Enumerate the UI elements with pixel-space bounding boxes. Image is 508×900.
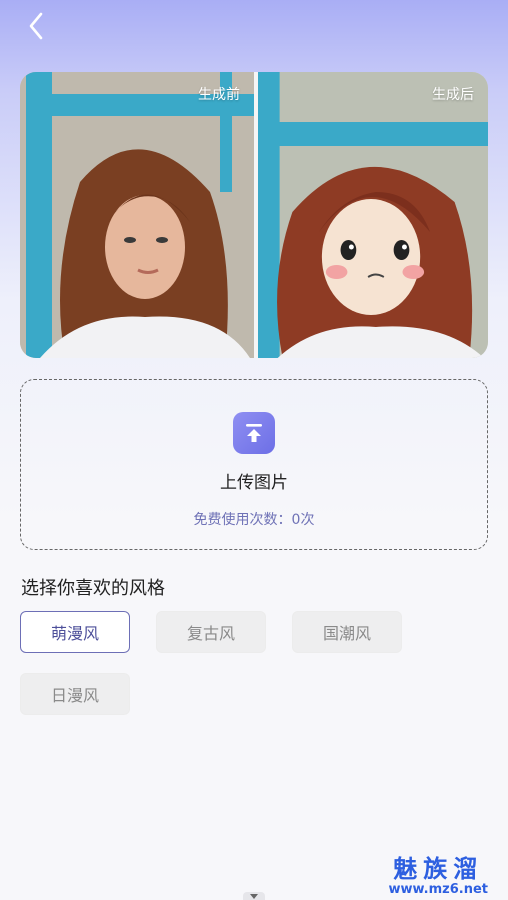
upload-arrow-icon [233,412,275,454]
caret-down-icon [250,893,258,899]
bottom-drawer-handle[interactable] [243,892,265,900]
watermark: 魅族溜 www.mz6.net [388,856,488,898]
upload-area[interactable]: 上传图片 免费使用次数：0次 [20,379,488,550]
back-button[interactable] [22,12,50,40]
before-label: 生成前 [198,87,240,103]
watermark-text: 魅族溜 [393,855,484,883]
after-label: 生成后 [432,87,474,103]
chevron-left-icon [29,12,43,40]
style-option-cute-anime[interactable]: 萌漫风 [20,611,130,653]
usage-count-text: 免费使用次数：0次 [193,512,315,528]
style-option-retro[interactable]: 复古风 [156,611,266,653]
before-image: 生成前 [20,72,254,358]
style-option-japanese-anime[interactable]: 日漫风 [20,673,130,715]
watermark-url: www.mz6.net [388,882,488,897]
style-option-guochao[interactable]: 国潮风 [292,611,402,653]
style-section-title: 选择你喜欢的风格 [21,578,165,599]
before-after-comparison: 生成前 生成后 [20,72,488,358]
after-image: 生成后 [254,72,488,358]
upload-title: 上传图片 [220,473,288,493]
